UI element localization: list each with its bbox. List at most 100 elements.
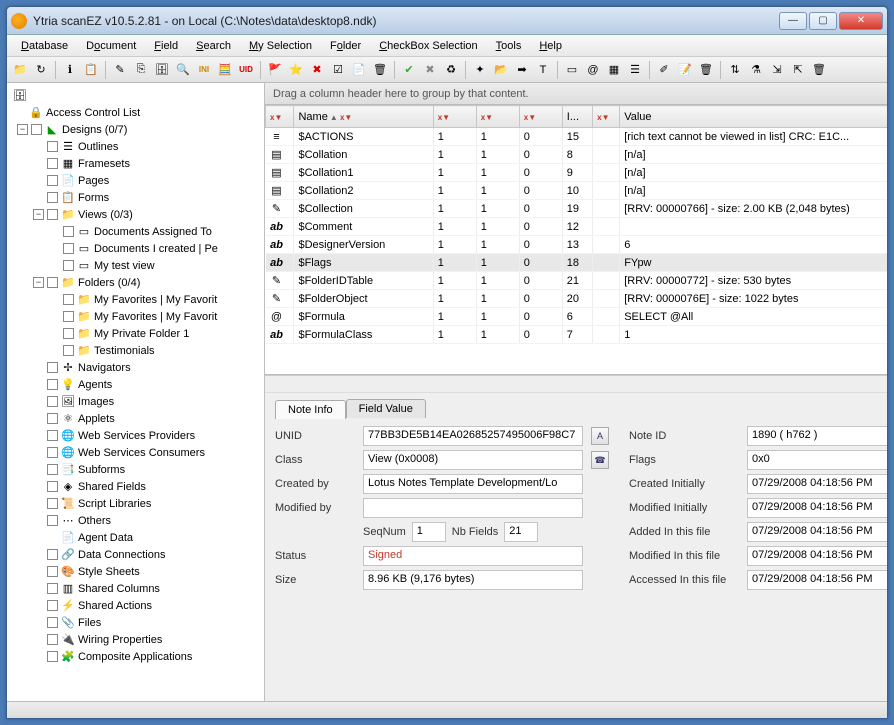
tb-text-icon[interactable]: T (534, 61, 552, 79)
checkbox[interactable] (47, 617, 58, 628)
tree-agentdata[interactable]: 📄Agent Data (9, 529, 262, 546)
grid-row[interactable]: ✎$FolderIDTable11021[RRV: 00000772] - si… (266, 272, 888, 290)
checkbox[interactable] (47, 379, 58, 390)
tb-at-icon[interactable]: @ (584, 61, 602, 79)
tb-cycle-icon[interactable]: ♻ (442, 61, 460, 79)
tb-open-icon[interactable]: 📁 (11, 61, 29, 79)
col-icon[interactable]: x▼ (266, 106, 294, 128)
checkbox[interactable] (47, 209, 58, 220)
tb-filter-icon[interactable]: ⚗ (747, 61, 765, 79)
tree-files[interactable]: 📎Files (9, 614, 262, 631)
tree-view-item[interactable]: ▭Documents Assigned To (9, 223, 262, 240)
menu-tools[interactable]: Tools (490, 38, 528, 54)
val-nbfields[interactable]: 21 (504, 522, 538, 542)
col-c3[interactable]: x▼ (519, 106, 562, 128)
tree-agents[interactable]: 💡Agents (9, 376, 262, 393)
checkbox[interactable] (47, 396, 58, 407)
grid-row[interactable]: @$Formula1106SELECT @All7/29/2008 4 (266, 308, 888, 326)
tree-dataconn[interactable]: 🔗Data Connections (9, 546, 262, 563)
checkbox[interactable] (47, 566, 58, 577)
tb-edit-icon[interactable]: ✎ (111, 61, 129, 79)
grid-row[interactable]: ✎$Collection11019[RRV: 00000766] - size:… (266, 200, 888, 218)
val-modby[interactable] (363, 498, 583, 518)
tb-calc-icon[interactable]: 🧮 (216, 61, 234, 79)
checkbox[interactable] (47, 175, 58, 186)
menu-help[interactable]: Help (533, 38, 568, 54)
tb-x-icon[interactable]: ✖ (421, 61, 439, 79)
val-addedin[interactable]: 07/29/2008 04:18:56 PM (747, 522, 887, 542)
tb-doc-icon[interactable]: 📄 (350, 61, 368, 79)
tree-forms[interactable]: 📋Forms (9, 189, 262, 206)
tree-wsp[interactable]: 🌐Web Services Providers (9, 427, 262, 444)
tab-note-info[interactable]: Note Info (275, 400, 346, 419)
val-createdi[interactable]: 07/29/2008 04:18:56 PM (747, 474, 887, 494)
tree-panel[interactable]: 🗄 🔒Access Control List −◣Designs (0/7) ☰… (7, 83, 265, 701)
tree-folder-item[interactable]: 📁My Private Folder 1 (9, 325, 262, 342)
tb-pen-icon[interactable]: ✐ (655, 61, 673, 79)
collapse-icon[interactable]: − (33, 209, 44, 220)
tb-ini-icon[interactable]: INI (195, 61, 213, 79)
tb-refresh-icon[interactable]: ↻ (32, 61, 50, 79)
tree-outlines[interactable]: ☰Outlines (9, 138, 262, 155)
tb-id-icon[interactable]: UID (237, 61, 255, 79)
tree-folders[interactable]: −📁Folders (0/4) (9, 274, 262, 291)
tb-del-icon[interactable]: ✖ (308, 61, 326, 79)
val-seqnum[interactable]: 1 (412, 522, 446, 542)
val-flags[interactable]: 0x0 (747, 450, 887, 470)
col-value[interactable]: Value (620, 106, 887, 128)
tb-flag-icon[interactable]: 🚩 (266, 61, 284, 79)
tb-import-icon[interactable]: ⇱ (789, 61, 807, 79)
checkbox[interactable] (63, 243, 74, 254)
tb-folder-icon[interactable]: 📂 (492, 61, 510, 79)
tree-folder-item[interactable]: 📁Testimonials (9, 342, 262, 359)
checkbox[interactable] (47, 583, 58, 594)
checkbox[interactable] (63, 294, 74, 305)
checkbox[interactable] (47, 600, 58, 611)
tree-stylesheets[interactable]: 🎨Style Sheets (9, 563, 262, 580)
copy-unid-button[interactable]: A (591, 427, 609, 445)
close-button[interactable]: ✕ (839, 12, 883, 30)
tree-designs[interactable]: −◣Designs (0/7) (9, 121, 262, 138)
checkbox[interactable] (47, 651, 58, 662)
col-filter[interactable]: x▼ (593, 106, 620, 128)
collapse-icon[interactable]: − (17, 124, 28, 135)
checkbox[interactable] (31, 124, 42, 135)
col-name[interactable]: Name▲ x▼ (294, 106, 433, 128)
val-status[interactable]: Signed (363, 546, 583, 566)
col-c1[interactable]: x▼ (433, 106, 476, 128)
tb-export-icon[interactable]: ⇲ (768, 61, 786, 79)
menu-myselection[interactable]: My Selection (243, 38, 318, 54)
tb-search-icon[interactable]: 🔍 (174, 61, 192, 79)
tb-info-icon[interactable]: ℹ (61, 61, 79, 79)
tree-wsc[interactable]: 🌐Web Services Consumers (9, 444, 262, 461)
grid-row[interactable]: ab$Comment110127/29/2008 4 (266, 218, 888, 236)
tree-subforms[interactable]: 📑Subforms (9, 461, 262, 478)
grid-row[interactable]: ▤$Collation1108[n/a]7/29/2008 4 (266, 146, 888, 164)
tree-sharedactions[interactable]: ⚡Shared Actions (9, 597, 262, 614)
col-c4[interactable]: I... (562, 106, 592, 128)
checkbox[interactable] (47, 413, 58, 424)
grid-row[interactable]: ▤$Collation211010[n/a]7/29/2008 4 (266, 182, 888, 200)
tree-view-item[interactable]: ▭Documents I created | Pe (9, 240, 262, 257)
tree-acl[interactable]: 🔒Access Control List (9, 104, 262, 121)
tb-arrow-icon[interactable]: ➡ (513, 61, 531, 79)
val-noteid[interactable]: 1890 ( h762 ) (747, 426, 887, 446)
checkbox[interactable] (47, 141, 58, 152)
checkbox[interactable] (47, 481, 58, 492)
menu-search[interactable]: Search (190, 38, 237, 54)
tree-images[interactable]: 🖼Images (9, 393, 262, 410)
checkbox[interactable] (63, 311, 74, 322)
tb-copy-icon[interactable]: ⎘ (132, 61, 150, 79)
tb-star2-icon[interactable]: ✦ (471, 61, 489, 79)
grid-wrapper[interactable]: x▼ Name▲ x▼ x▼ x▼ x▼ I... x▼ Value x▼ Mo… (265, 105, 887, 375)
checkbox[interactable] (47, 498, 58, 509)
tb-sel-icon[interactable]: ☑ (329, 61, 347, 79)
tree-wiring[interactable]: 🔌Wiring Properties (9, 631, 262, 648)
tree-sharedfields[interactable]: ◈Shared Fields (9, 478, 262, 495)
tree-scriptlib[interactable]: 📜Script Libraries (9, 495, 262, 512)
grid-row[interactable]: ab$FormulaClass110717/29/2008 4 (266, 326, 888, 344)
menu-database[interactable]: Database (15, 38, 74, 54)
copy-class-button[interactable]: ☎ (591, 451, 609, 469)
checkbox[interactable] (63, 226, 74, 237)
val-class[interactable]: View (0x0008) (363, 450, 583, 470)
